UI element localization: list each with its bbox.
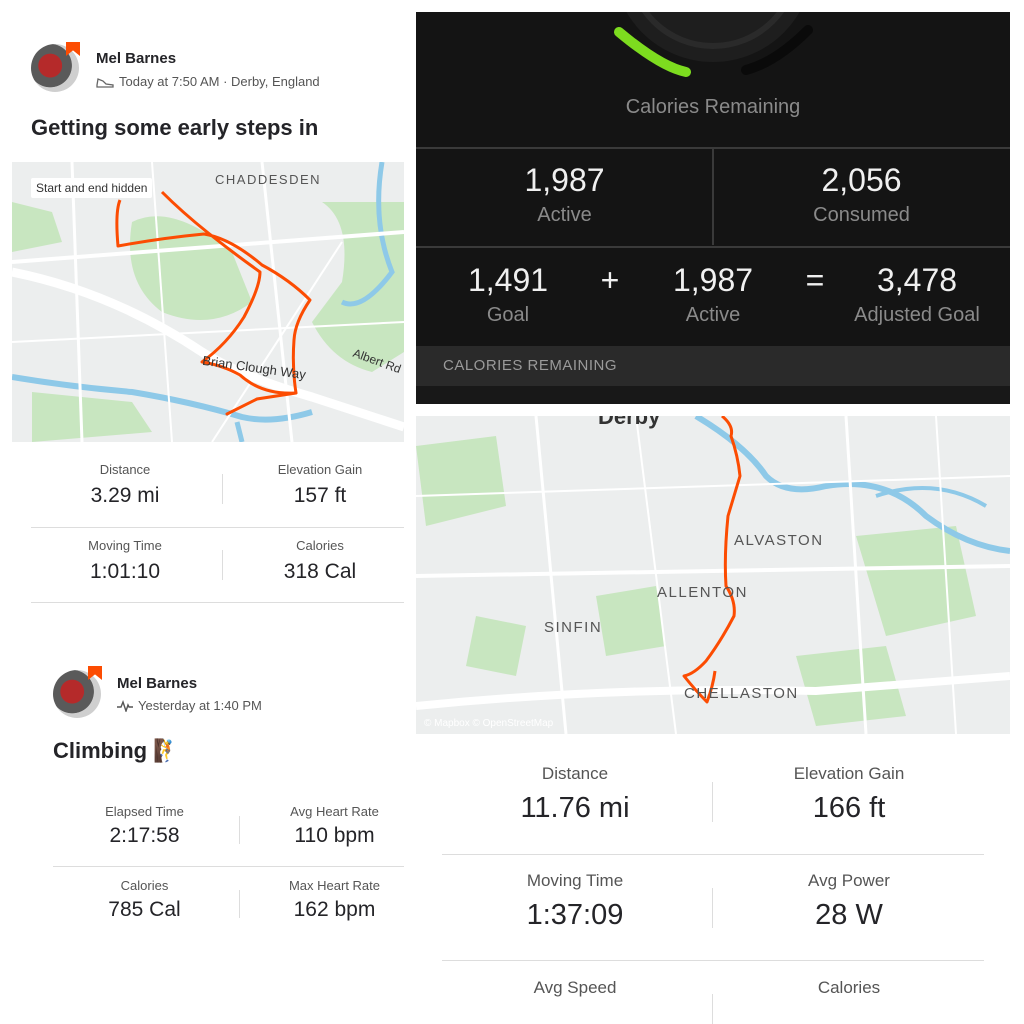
divider: [31, 527, 404, 528]
consumed-value: 2,056: [821, 162, 902, 198]
stat-value: 157 ft: [293, 484, 347, 507]
activity-meta: Today at 7:50 AM · Derby, England: [96, 74, 320, 89]
shoe-icon: [96, 77, 114, 88]
stat-label: Calories: [296, 538, 344, 553]
active-label: Active: [537, 204, 592, 226]
map-privacy-tag: Start and end hidden: [31, 178, 153, 198]
route-map[interactable]: Start and end hidden CHADDESDEN Brian Cl…: [12, 162, 404, 442]
divider: [712, 888, 713, 928]
map-label-chaddesden: CHADDESDEN: [215, 172, 322, 187]
user-name[interactable]: Mel Barnes: [96, 50, 176, 67]
calories-ring: [614, 12, 813, 77]
divider: [222, 550, 223, 580]
stat-value: 785 Cal: [108, 898, 181, 921]
stat-value: 110 bpm: [294, 824, 375, 847]
consumed-label: Consumed: [813, 204, 910, 226]
stat-value: 1:01:10: [89, 560, 161, 583]
stat-label: Distance: [99, 462, 151, 477]
activity-timestamp-location: Today at 7:50 AM · Derby, England: [119, 74, 320, 89]
divider: [53, 866, 404, 867]
section-header: CALORIES REMAINING: [443, 357, 618, 374]
map-label-sinfin: SINFIN: [544, 619, 603, 636]
plus-sign: +: [600, 262, 620, 298]
activity-card-long-route: Derby ALVASTON ALLENTON SINFIN CHELLASTO…: [416, 416, 1010, 1024]
stat-value: 1:37:09: [526, 899, 624, 931]
stat-value: 28 W: [815, 899, 883, 931]
adjusted-goal-label: Adjusted Goal: [854, 304, 980, 326]
stat-value: 162 bpm: [293, 898, 376, 921]
map-label-allenton: ALLENTON: [657, 584, 748, 601]
stat-label: Avg Power: [808, 871, 890, 890]
activity-timestamp: Yesterday at 1:40 PM: [138, 698, 262, 713]
divider: [442, 960, 984, 961]
map-label-derby: Derby: [598, 416, 661, 429]
stat-label: Elevation Gain: [793, 764, 905, 783]
goal-label: Goal: [486, 304, 530, 326]
calories-remaining-label: Calories Remaining: [625, 96, 801, 118]
adjusted-goal-value: 3,478: [876, 262, 958, 298]
calories-summary-panel: Calories Remaining 1,987 Active 2,056 Co…: [416, 12, 1010, 404]
stat-label: Calories: [817, 978, 881, 997]
stat-label: Moving Time: [88, 538, 162, 553]
activity-meta: Yesterday at 1:40 PM: [117, 698, 262, 713]
stat-label: Elapsed Time: [105, 804, 184, 819]
goal-value: 1,491: [467, 262, 549, 298]
stat-label: Distance: [541, 764, 609, 783]
activity-pulse-icon: [117, 699, 133, 712]
stat-value: 318 Cal: [283, 560, 357, 583]
activity-card-walk: Mel Barnes Today at 7:50 AM · Derby, Eng…: [0, 0, 416, 630]
stat-value: 166 ft: [812, 792, 886, 824]
stat-label: Moving Time: [526, 871, 624, 890]
activity-title[interactable]: Getting some early steps in: [31, 115, 318, 141]
active2-label: Active: [685, 304, 741, 326]
stat-label: Elevation Gain: [277, 462, 363, 477]
divider: [712, 994, 713, 1024]
section-header-bar: CALORIES REMAINING: [416, 346, 1010, 386]
divider: [442, 854, 984, 855]
map-label-alvaston: ALVASTON: [734, 532, 824, 549]
list-edge: [416, 386, 1010, 404]
divider: [239, 816, 240, 844]
user-name[interactable]: Mel Barnes: [117, 675, 197, 692]
route-map[interactable]: Derby ALVASTON ALLENTON SINFIN CHELLASTO…: [416, 416, 1010, 734]
stat-value: 2:17:58: [109, 824, 180, 847]
divider: [31, 602, 404, 603]
active-value: 1,987: [524, 162, 605, 198]
map-label-chellaston: CHELLASTON: [684, 685, 799, 702]
equals-sign: =: [805, 262, 825, 298]
avatar[interactable]: [53, 670, 101, 718]
divider: [222, 474, 223, 504]
divider: [416, 246, 1010, 248]
map-attribution[interactable]: © Mapbox © OpenStreetMap: [424, 718, 553, 729]
stat-label: Avg Heart Rate: [290, 804, 379, 819]
activity-card-climbing: Mel Barnes Yesterday at 1:40 PM Climbing…: [0, 640, 416, 1024]
stat-value: 3.29 mi: [90, 484, 160, 507]
active2-value: 1,987: [672, 262, 754, 298]
activity-title[interactable]: Climbing 🧗: [53, 738, 181, 764]
stat-label: Calories: [120, 878, 169, 893]
stat-label: Avg Speed: [533, 978, 617, 997]
divider: [239, 890, 240, 918]
divider: [712, 782, 713, 822]
stat-label: Max Heart Rate: [288, 878, 381, 893]
stat-value: 11.76 mi: [520, 792, 630, 824]
